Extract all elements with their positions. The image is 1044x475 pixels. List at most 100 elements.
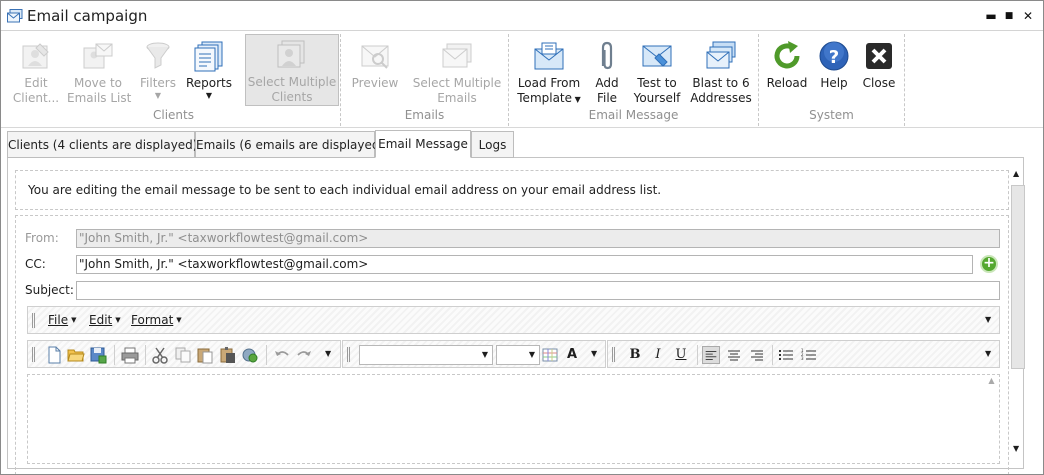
close-label: Close [862, 76, 896, 90]
help-button[interactable]: ? Help [815, 36, 853, 110]
filter-funnel-icon [146, 42, 170, 69]
editor-scroll-up-icon[interactable]: ▲ [985, 376, 998, 461]
move-to-emails-label-1: Move to [73, 76, 123, 90]
select-multiple-emails-icon [442, 43, 472, 68]
menu-file-label: File [48, 313, 69, 327]
toolbar-overflow-icon[interactable]: ▼ [591, 349, 597, 358]
bullet-list-icon[interactable] [777, 346, 795, 364]
maximize-button[interactable]: ■ [1001, 8, 1017, 24]
message-body-editor[interactable] [27, 374, 1000, 464]
email-campaign-window: Email campaign ▬ ■ ✕ Edit Client... Move… [0, 0, 1044, 475]
ribbon-group-emails: Preview Select Multiple Emails Emails [341, 34, 509, 126]
copy-icon[interactable] [174, 346, 192, 364]
font-color-icon[interactable]: A [562, 346, 582, 364]
numbered-list-icon[interactable]: 123 [800, 346, 818, 364]
edit-client-label-2: Client... [12, 91, 60, 105]
blast-to-addresses-button[interactable]: Blast to 6 Addresses [689, 36, 753, 110]
menu-file[interactable]: File ▼ [48, 313, 76, 327]
toolbar-grip[interactable] [347, 347, 350, 362]
toolbar-overflow-icon[interactable]: ▼ [985, 349, 991, 358]
test-to-yourself-label-1: Test to [637, 76, 677, 90]
save-icon[interactable] [89, 346, 107, 364]
paste-special-icon[interactable] [219, 346, 237, 364]
cc-field[interactable]: "John Smith, Jr." <taxworkflowtest@gmail… [76, 255, 973, 274]
tab-email-message[interactable]: Email Message [375, 130, 471, 158]
align-right-icon[interactable] [748, 346, 766, 364]
tab-logs[interactable]: Logs [471, 131, 514, 158]
close-x-icon [866, 43, 892, 69]
select-multiple-clients-icon [277, 40, 305, 68]
redo-icon[interactable] [295, 346, 313, 364]
info-banner: You are editing the email message to be … [15, 170, 1009, 210]
cut-icon[interactable] [151, 346, 169, 364]
toolbar-grip[interactable] [612, 347, 615, 362]
scroll-up-arrow-icon[interactable]: ▲ [1013, 169, 1019, 178]
edit-client-icon [22, 43, 49, 69]
reports-button[interactable]: Reports ▼ [185, 36, 233, 110]
svg-text:3: 3 [801, 356, 804, 361]
reload-button[interactable]: Reload [765, 36, 809, 110]
load-from-template-button[interactable]: Load From Template ▼ [513, 36, 585, 110]
edit-client-label-1: Edit [24, 76, 48, 90]
subject-label: Subject: [25, 283, 74, 297]
toolbar-grip[interactable] [32, 313, 35, 328]
help-question-icon: ? [819, 41, 849, 71]
open-folder-icon[interactable] [67, 346, 85, 364]
paste-icon[interactable] [196, 346, 214, 364]
filters-dropdown-caret: ▼ [154, 91, 162, 100]
toolbar-overflow-icon[interactable]: ▼ [325, 349, 331, 358]
close-button[interactable]: Close [859, 36, 899, 110]
select-multiple-emails-button[interactable]: Select Multiple Emails [411, 36, 503, 110]
table-grid-icon[interactable] [541, 346, 559, 364]
preview-icon [361, 45, 389, 69]
filters-button[interactable]: Filters ▼ [133, 36, 183, 110]
tab-emails[interactable]: Emails (6 emails are displayed) [195, 131, 384, 158]
scrollbar-thumb[interactable] [1011, 185, 1025, 369]
font-size-select[interactable]: ▼ [496, 345, 540, 365]
test-to-yourself-button[interactable]: Test to Yourself [631, 36, 683, 110]
menu-bar-overflow-icon[interactable]: ▼ [985, 315, 991, 324]
move-to-emails-list-button[interactable]: Move to Emails List [67, 36, 131, 110]
menu-format[interactable]: Format ▼ [131, 313, 182, 327]
panel-vertical-scrollbar[interactable]: ▲ ▼ [1010, 167, 1028, 457]
email-campaign-icon [7, 9, 23, 23]
add-cc-button[interactable]: + [980, 255, 998, 273]
scroll-down-arrow-icon[interactable]: ▼ [1013, 444, 1019, 453]
close-window-button[interactable]: ✕ [1020, 8, 1036, 24]
toolbar-separator [697, 345, 698, 365]
select-multiple-emails-label-1: Select Multiple [412, 76, 502, 90]
subject-field[interactable] [76, 281, 1000, 300]
edit-client-button[interactable]: Edit Client... [9, 36, 63, 110]
print-icon[interactable] [121, 346, 139, 364]
toolbar-grip[interactable] [32, 347, 35, 362]
add-file-button[interactable]: Add File [589, 36, 625, 110]
menu-edit[interactable]: Edit ▼ [89, 313, 121, 327]
toolbar-separator [266, 345, 267, 365]
load-from-template-label-2: Template [517, 91, 573, 105]
toolbar-separator [114, 345, 115, 365]
minimize-button[interactable]: ▬ [983, 8, 999, 24]
reload-label: Reload [766, 76, 808, 90]
chevron-down-icon: ▼ [481, 350, 488, 359]
select-multiple-clients-button[interactable]: Select Multiple Clients [245, 34, 339, 106]
align-left-icon[interactable] [702, 346, 720, 364]
ribbon-group-label-email-message: Email Message [588, 108, 679, 122]
menu-format-label: Format [131, 313, 174, 327]
underline-icon[interactable]: U [671, 346, 691, 364]
title-bar: Email campaign ▬ ■ ✕ [1, 1, 1043, 31]
align-center-icon[interactable] [725, 346, 743, 364]
svg-text:?: ? [829, 47, 839, 68]
italic-icon[interactable]: I [648, 346, 668, 364]
spellcheck-icon[interactable] [241, 346, 259, 364]
from-label: From: [25, 231, 59, 245]
font-family-select[interactable]: ▼ [359, 345, 493, 365]
tab-clients[interactable]: Clients (4 clients are displayed) [7, 131, 197, 158]
new-document-icon[interactable] [45, 346, 63, 364]
toolbar-separator [772, 345, 773, 365]
undo-icon[interactable] [273, 346, 291, 364]
add-file-label-1: Add [595, 76, 619, 90]
test-to-yourself-label-2: Yourself [633, 91, 681, 105]
preview-button[interactable]: Preview [347, 36, 403, 110]
bold-icon[interactable]: B [625, 346, 645, 364]
menu-edit-label: Edit [89, 313, 113, 327]
